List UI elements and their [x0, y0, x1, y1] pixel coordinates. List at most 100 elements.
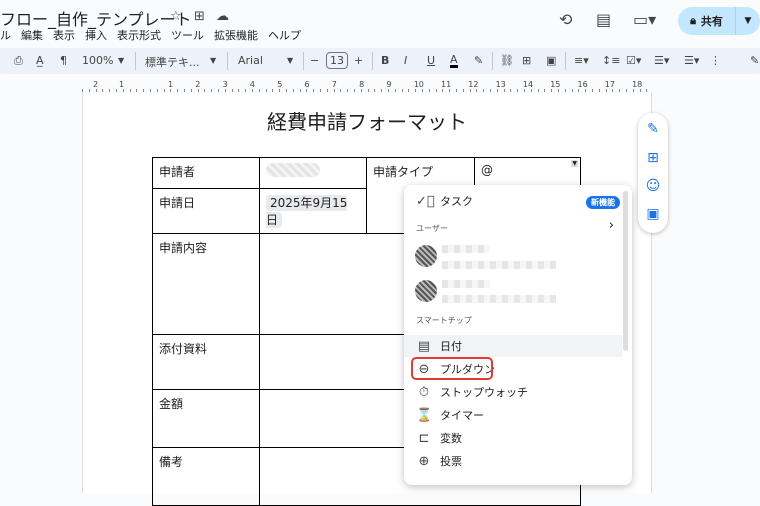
at-input[interactable]: @	[481, 163, 493, 177]
task-label: タスク	[440, 195, 473, 208]
user-avatar[interactable]	[415, 280, 437, 302]
user-name-blurred[interactable]	[442, 245, 490, 253]
line-spacing-icon[interactable]: ↕≡	[602, 54, 620, 67]
meet-icon[interactable]: ▭▾	[633, 10, 656, 29]
ruler-label: 1	[119, 80, 125, 89]
label-amount[interactable]: 金額	[152, 389, 260, 448]
print-icon[interactable]: ⎙	[14, 54, 23, 68]
date-chip[interactable]: 2025年9月15日	[266, 195, 348, 228]
menu-format[interactable]: 表示形式	[117, 27, 161, 43]
menu-view[interactable]: 表示	[53, 27, 75, 43]
underline-button[interactable]: U	[427, 54, 435, 67]
menu-file[interactable]: ル	[0, 27, 11, 43]
comments-icon[interactable]: ▤	[596, 10, 611, 29]
variable-icon: ⊏	[418, 430, 430, 446]
ruler-tick	[415, 89, 417, 92]
share-dropdown-icon[interactable]: ▼	[736, 16, 760, 26]
numbered-list-icon[interactable]: ☰▾	[684, 54, 699, 67]
style-dropdown-icon[interactable]: ▼	[210, 56, 216, 65]
menu-edit[interactable]: 編集	[21, 27, 43, 43]
link-icon[interactable]: ⛓	[500, 54, 514, 67]
ruler-tick	[401, 89, 403, 92]
ruler-tick	[306, 89, 308, 92]
bold-button[interactable]: B	[381, 54, 389, 67]
ruler-tick	[150, 89, 151, 92]
chevron-right-icon[interactable]: ›	[609, 218, 614, 233]
cloud-saved-icon[interactable]: ☁	[216, 9, 229, 24]
ruler-tick	[449, 89, 451, 92]
suggest-edit-icon[interactable]: ▣	[638, 206, 668, 222]
label-content[interactable]: 申請内容	[152, 233, 260, 335]
checklist-icon[interactable]: ☑▾	[626, 54, 641, 67]
ruler-tick	[510, 89, 512, 92]
ruler-label: 1	[168, 80, 174, 89]
text-color-button[interactable]: A	[450, 54, 458, 68]
move-folder-icon[interactable]: ⊞	[194, 9, 205, 24]
font-size-input[interactable]: 13	[326, 52, 348, 69]
applicant-value[interactable]	[259, 157, 367, 189]
date-value[interactable]: 2025年9月15日	[259, 188, 367, 234]
paint-format-icon[interactable]: ¶	[60, 54, 67, 67]
menu-item-date[interactable]: ▤ 日付	[416, 338, 462, 354]
highlight-icon[interactable]: ✎	[474, 54, 483, 67]
ruler-label: 18	[632, 80, 643, 89]
menu-item-variable[interactable]: ⊏ 変数	[416, 430, 462, 446]
menu-scrollbar[interactable]	[623, 191, 628, 351]
ruler[interactable]: 2 1 1 2 3 4 5 6 7 8 9 10 11 12 13 14 15 16 17 18	[82, 80, 652, 92]
increase-font-icon[interactable]: +	[354, 54, 363, 67]
more-icon[interactable]: ⋮	[710, 54, 721, 67]
font-select[interactable]: Arial	[238, 54, 263, 67]
menu-tools[interactable]: ツール	[171, 27, 204, 43]
bulleted-list-icon[interactable]: ☰▾	[654, 54, 669, 67]
menu-extensions[interactable]: 拡張機能	[214, 27, 258, 43]
add-comment-icon[interactable]: ⊞	[522, 54, 531, 67]
ruler-label: 4	[249, 80, 255, 89]
user-email-blurred[interactable]	[442, 295, 556, 303]
menu-item-timer[interactable]: ⌛ タイマー	[416, 407, 484, 423]
magic-edit-icon[interactable]: ✎	[638, 121, 668, 137]
emoji-icon[interactable]: ☺	[638, 178, 668, 194]
edit-mode-icon[interactable]: ✎	[750, 54, 759, 67]
spellcheck-icon[interactable]: A̲	[36, 54, 44, 67]
ruler-tick	[82, 89, 83, 92]
ruler-tick	[517, 89, 519, 92]
user-name-blurred[interactable]	[442, 280, 490, 288]
italic-button[interactable]: I	[404, 54, 407, 67]
ruler-tick	[163, 89, 165, 92]
style-select[interactable]: 標準テキ...	[145, 54, 200, 70]
doc-heading: 経費申請フォーマット	[267, 110, 467, 134]
menu-help[interactable]: ヘルプ	[268, 27, 301, 43]
person-chip[interactable]	[266, 163, 320, 177]
user-email-blurred[interactable]	[442, 261, 556, 269]
add-comment-icon[interactable]: ⊞	[638, 150, 668, 166]
share-button[interactable]: 🔒︎ 共有 ▼	[678, 7, 760, 35]
user-avatar[interactable]	[415, 245, 437, 267]
label-notes[interactable]: 備考	[152, 447, 260, 506]
menu-item-stopwatch[interactable]: ⏱ ストップウォッチ	[416, 384, 528, 400]
highlight-box	[411, 357, 493, 380]
ruler-tick	[496, 89, 498, 92]
label-date[interactable]: 申請日	[152, 188, 260, 234]
ruler-tick	[129, 89, 131, 92]
menu-item-task[interactable]: ✓⃝ タスク	[416, 193, 473, 209]
label-applicant[interactable]: 申請者	[152, 157, 260, 189]
ruler-tick	[224, 89, 226, 92]
menu-insert[interactable]: 挿入	[85, 27, 107, 43]
dropdown-toggle-icon[interactable]: ▼	[571, 160, 578, 167]
ruler-tick	[116, 89, 117, 92]
zoom-select[interactable]: 100%	[82, 54, 113, 67]
decrease-font-icon[interactable]: −	[310, 54, 319, 67]
font-dropdown-icon[interactable]: ▼	[287, 56, 293, 65]
star-icon[interactable]: ☆	[170, 9, 182, 24]
ruler-label: 17	[604, 80, 615, 89]
ruler-label: 14	[522, 80, 534, 89]
zoom-dropdown-icon[interactable]: ▼	[118, 56, 124, 65]
image-icon[interactable]: ▣	[546, 54, 556, 67]
ruler-tick	[204, 89, 206, 92]
ruler-tick	[292, 89, 294, 92]
align-icon[interactable]: ≡▾	[574, 54, 589, 67]
history-icon[interactable]: ⟲	[559, 10, 572, 29]
ruler-tick	[490, 89, 491, 92]
menu-item-vote[interactable]: ⊕ 投票	[416, 453, 462, 469]
label-attachments[interactable]: 添付資料	[152, 334, 260, 390]
